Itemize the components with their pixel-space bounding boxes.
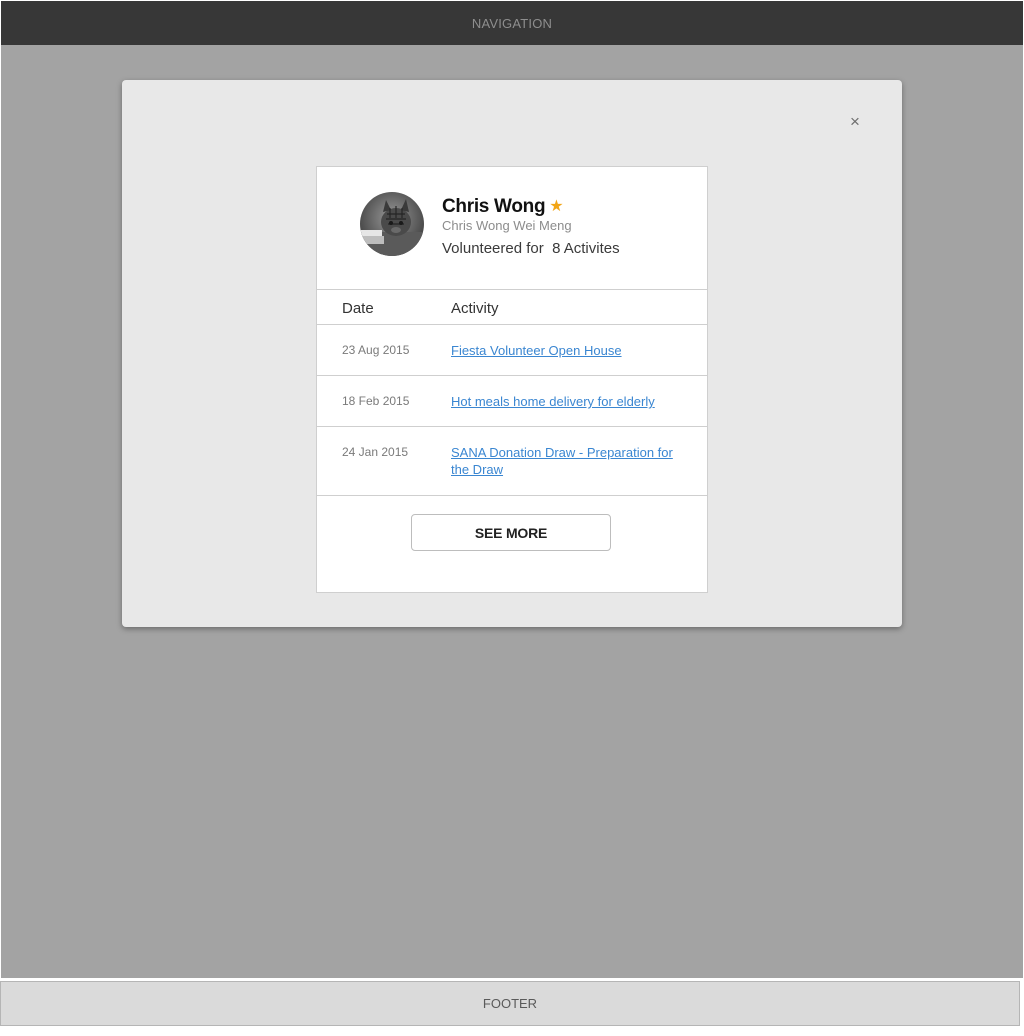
row-date: 23 Aug 2015 [342, 343, 410, 357]
page: NAVIGATION × Chris Wong ★ Chris Wong Wei… [0, 0, 1024, 1036]
footer-label: FOOTER [482, 996, 538, 1011]
footer: FOOTER [0, 981, 1020, 1026]
see-more-section: SEE MORE [317, 496, 707, 592]
column-header-date: Date [342, 300, 374, 317]
star-icon: ★ [549, 198, 564, 215]
navigation-bar: NAVIGATION [1, 1, 1023, 45]
activity-link[interactable]: Hot meals home delivery for elderly [451, 393, 679, 410]
volunteer-modal: × Chris Wong ★ Chris Wong Wei Meng Volun… [122, 80, 902, 627]
volunteer-full-name: Chris Wong Wei Meng [442, 218, 572, 233]
activity-link[interactable]: Fiesta Volunteer Open House [451, 342, 679, 359]
row-date: 18 Feb 2015 [342, 394, 410, 408]
avatar [360, 192, 424, 256]
table-row: 18 Feb 2015 Hot meals home delivery for … [317, 376, 707, 427]
volunteer-card: Chris Wong ★ Chris Wong Wei Meng Volunte… [316, 166, 708, 593]
activity-link[interactable]: SANA Donation Draw - Preparation for the… [451, 444, 679, 478]
name-row: Chris Wong ★ [442, 196, 564, 218]
see-more-button[interactable]: SEE MORE [411, 514, 611, 551]
volunteer-name: Chris Wong [442, 196, 546, 217]
table-row: 24 Jan 2015 SANA Donation Draw - Prepara… [317, 427, 707, 496]
table-row: 23 Aug 2015 Fiesta Volunteer Open House [317, 325, 707, 376]
column-header-activity: Activity [451, 300, 499, 317]
close-icon[interactable]: × [847, 112, 863, 132]
activity-count: Volunteered for 8 Activites [442, 240, 620, 257]
row-date: 24 Jan 2015 [342, 445, 409, 459]
table-header: Date Activity [317, 290, 707, 325]
profile-section: Chris Wong ★ Chris Wong Wei Meng Volunte… [317, 167, 707, 290]
navigation-label: NAVIGATION [471, 15, 553, 31]
